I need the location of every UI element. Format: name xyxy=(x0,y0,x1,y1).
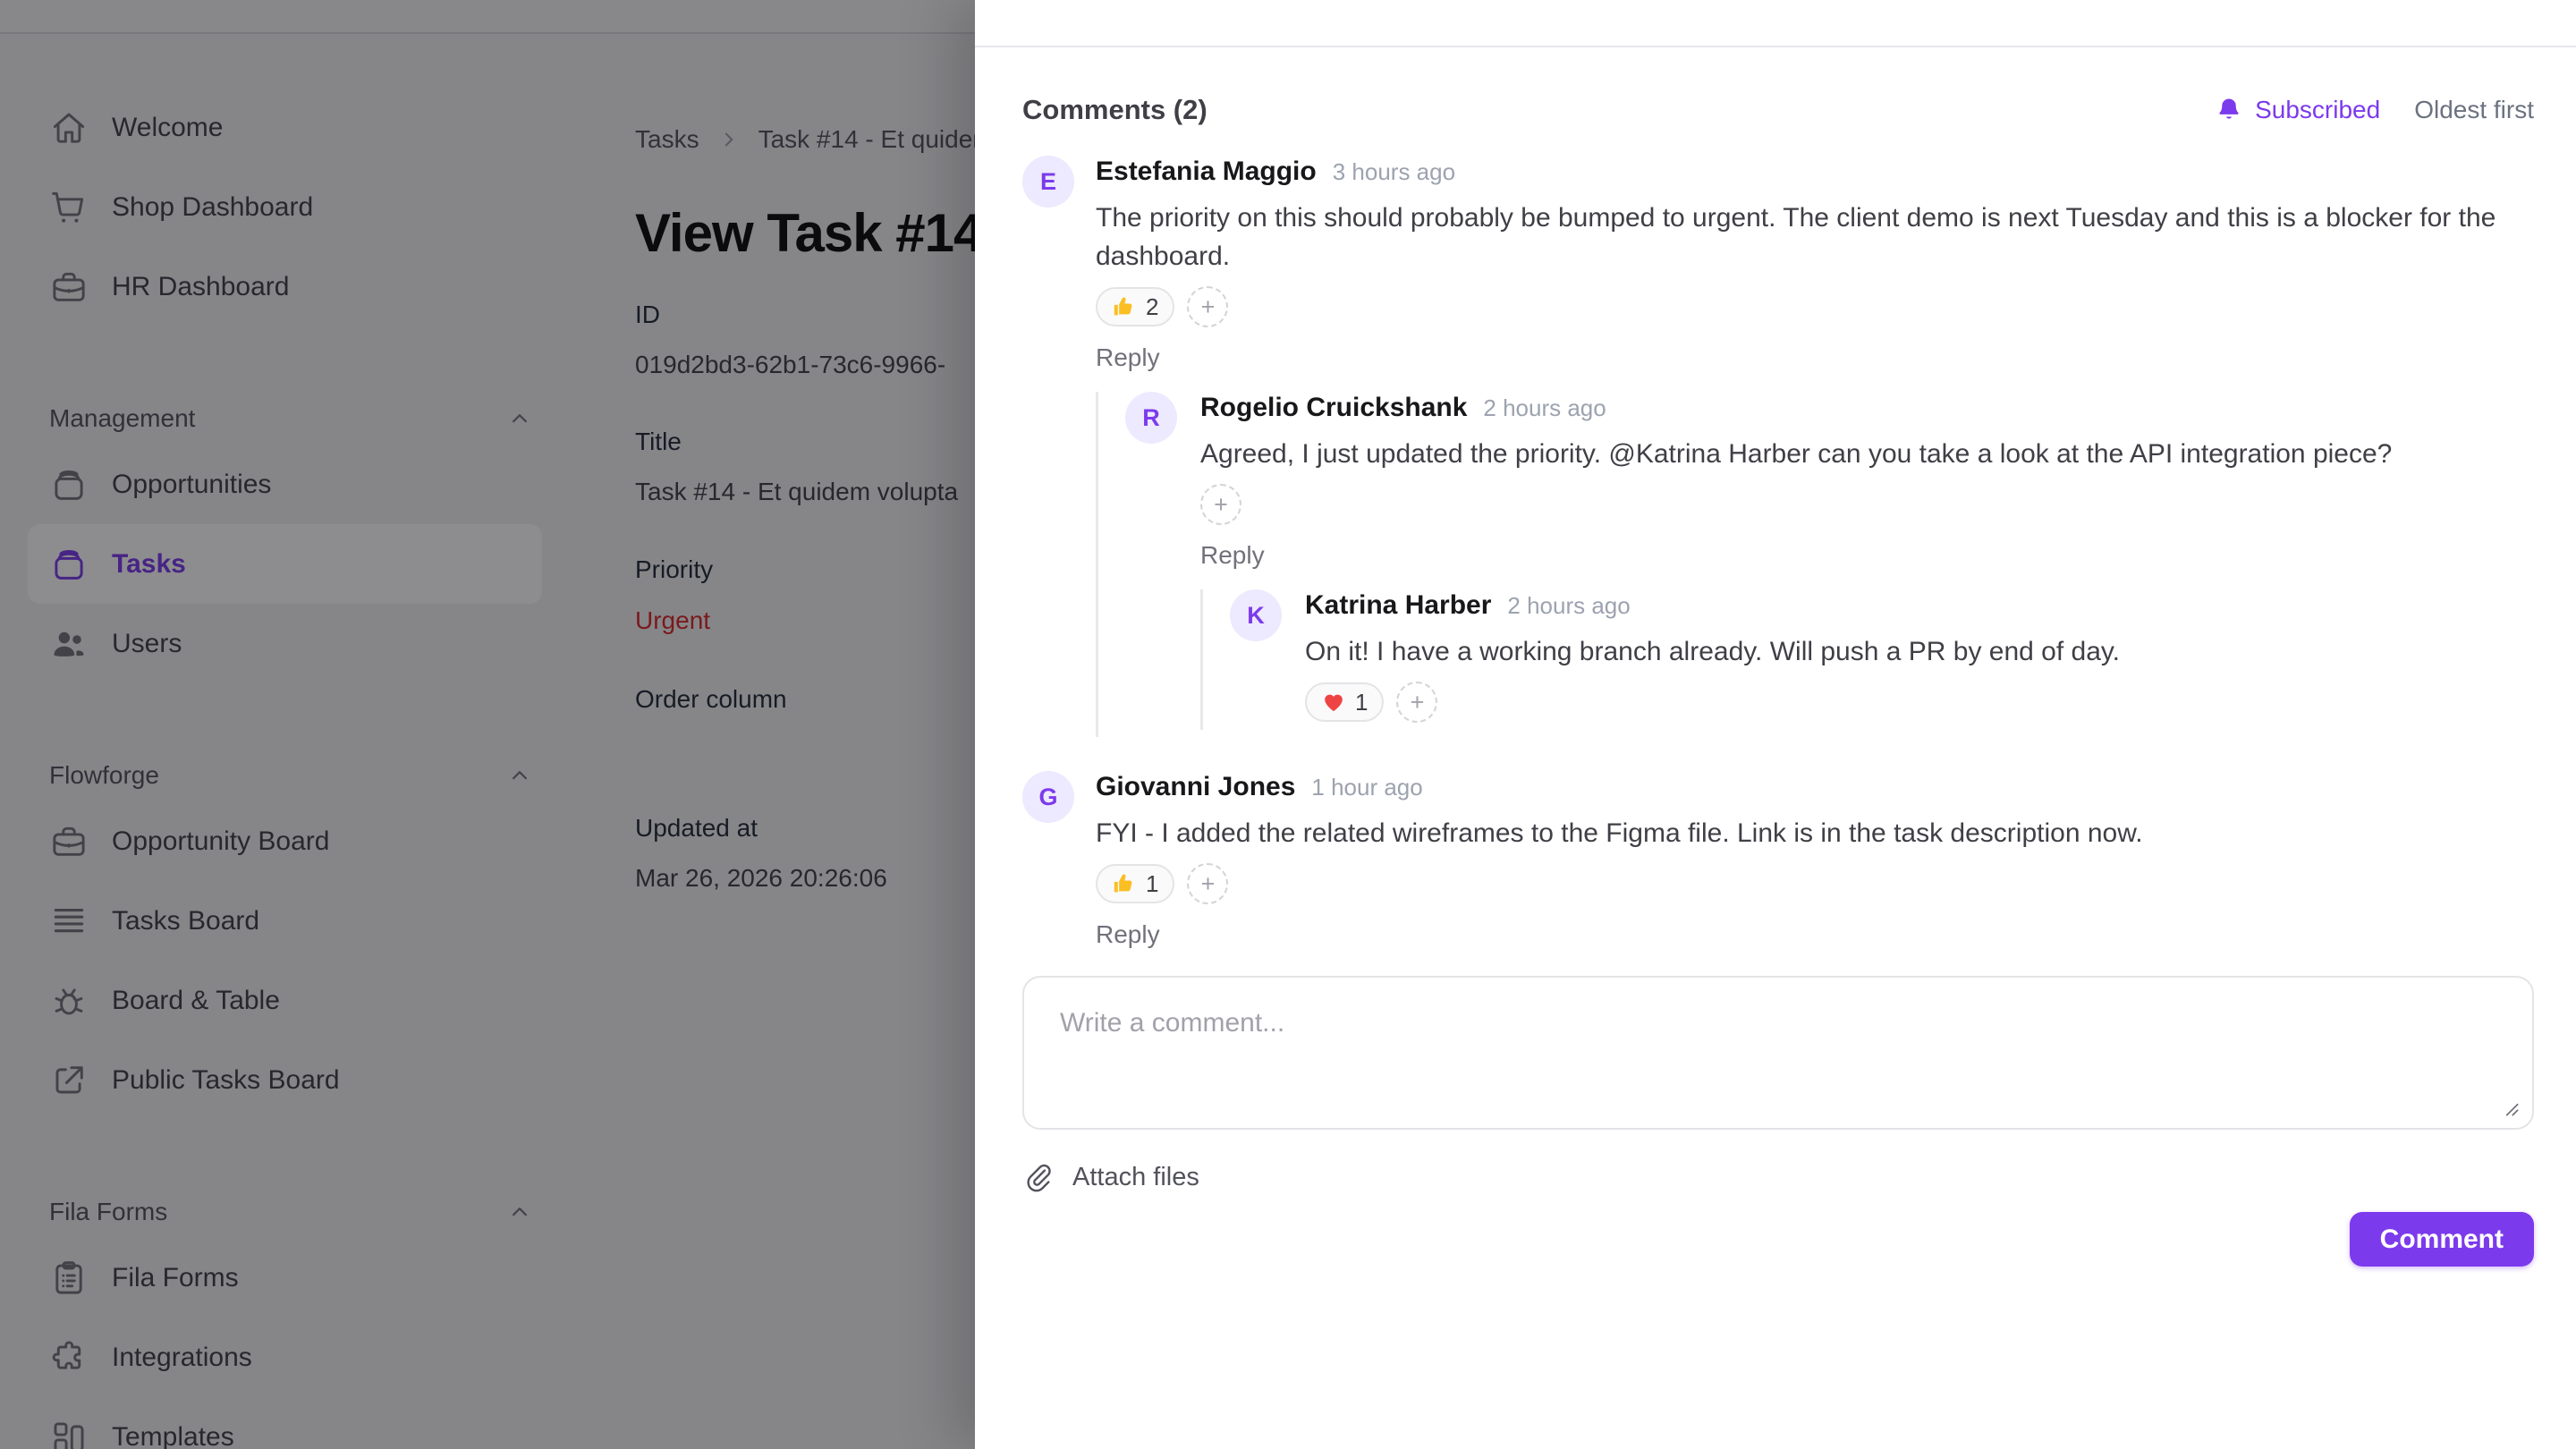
comments-panel: Comments (2) Subscribed Oldest first E E… xyxy=(975,0,2576,1449)
reaction-heart[interactable]: 1 xyxy=(1305,682,1384,722)
comment-timestamp: 1 hour ago xyxy=(1311,774,1422,801)
comment-author: Estefania Maggio xyxy=(1096,156,1317,188)
avatar: R xyxy=(1125,392,1177,444)
panel-body: Comments (2) Subscribed Oldest first E E… xyxy=(975,47,2576,1267)
replies-thread: K Katrina Harber 2 hours ago On it! I ha… xyxy=(1200,589,2534,730)
panel-footer: Comment xyxy=(1022,1212,2534,1267)
add-reaction-button[interactable]: + xyxy=(1187,863,1228,904)
reply-link[interactable]: Reply xyxy=(1096,343,1160,372)
paperclip-icon xyxy=(1022,1162,1053,1192)
comment-header: Giovanni Jones 1 hour ago xyxy=(1096,771,2534,803)
comment-composer xyxy=(1022,976,2534,1130)
reactions-row: + xyxy=(1200,484,2534,525)
comment-header: Rogelio Cruickshank 2 hours ago xyxy=(1200,392,2534,424)
comment-header: Katrina Harber 2 hours ago xyxy=(1305,589,2534,622)
app-screen: Welcome Shop Dashboard HR Dashboard Mana… xyxy=(0,0,2576,1449)
add-reaction-button[interactable]: + xyxy=(1396,682,1437,723)
subscribe-label: Subscribed xyxy=(2255,96,2380,124)
avatar: G xyxy=(1022,771,1074,823)
comments-header: Comments (2) Subscribed Oldest first xyxy=(1022,92,2534,128)
comment-thread: E Estefania Maggio 3 hours ago The prior… xyxy=(1022,156,2534,737)
thumbs-up-icon xyxy=(1112,871,1137,896)
comment-body: Agreed, I just updated the priority. @Ka… xyxy=(1200,435,2534,473)
comment-input[interactable] xyxy=(1022,976,2534,1130)
reaction-thumbs-up[interactable]: 2 xyxy=(1096,287,1174,326)
reactions-row: 1 + xyxy=(1096,863,2534,904)
comment-content: Rogelio Cruickshank 2 hours ago Agreed, … xyxy=(1200,392,2534,730)
heart-icon xyxy=(1321,690,1346,715)
reaction-count: 1 xyxy=(1355,689,1368,716)
reaction-count: 1 xyxy=(1146,870,1158,898)
comment-content: Estefania Maggio 3 hours ago The priorit… xyxy=(1096,156,2534,737)
comment-author: Katrina Harber xyxy=(1305,589,1491,622)
comment-content: Giovanni Jones 1 hour ago FYI - I added … xyxy=(1096,771,2534,949)
reactions-row: 2 + xyxy=(1096,286,2534,327)
thumbs-up-icon xyxy=(1112,294,1137,319)
attach-files-button[interactable]: Attach files xyxy=(1022,1162,1199,1192)
reaction-count: 2 xyxy=(1146,293,1158,321)
reaction-thumbs-up[interactable]: 1 xyxy=(1096,864,1174,903)
subscribe-toggle[interactable]: Subscribed xyxy=(2215,96,2380,124)
replies-thread: R Rogelio Cruickshank 2 hours ago Agreed… xyxy=(1096,392,2534,737)
comment-timestamp: 2 hours ago xyxy=(1483,394,1606,422)
avatar: K xyxy=(1230,589,1282,641)
comment-author: Rogelio Cruickshank xyxy=(1200,392,1467,424)
resize-handle[interactable] xyxy=(2498,1096,2521,1119)
reply-link[interactable]: Reply xyxy=(1200,541,1265,570)
comment-timestamp: 3 hours ago xyxy=(1333,158,1455,186)
reply-link[interactable]: Reply xyxy=(1096,920,1160,949)
comment-body: FYI - I added the related wireframes to … xyxy=(1096,814,2534,852)
comments-controls: Subscribed Oldest first xyxy=(2215,96,2534,124)
comment-submit-button[interactable]: Comment xyxy=(2350,1212,2534,1267)
reactions-row: 1 + xyxy=(1305,682,2534,723)
comments-title: Comments (2) xyxy=(1022,92,1208,128)
comment-header: Estefania Maggio 3 hours ago xyxy=(1096,156,2534,188)
panel-header-strip xyxy=(975,0,2576,47)
comment-author: Giovanni Jones xyxy=(1096,771,1295,803)
comment-body: On it! I have a working branch already. … xyxy=(1305,632,2534,671)
bell-icon xyxy=(2215,96,2243,124)
comment-timestamp: 2 hours ago xyxy=(1507,592,1630,620)
comment-thread: K Katrina Harber 2 hours ago On it! I ha… xyxy=(1230,589,2534,723)
add-reaction-button[interactable]: + xyxy=(1200,484,1241,525)
attach-files-label: Attach files xyxy=(1072,1163,1199,1192)
avatar: E xyxy=(1022,156,1074,208)
comment-content: Katrina Harber 2 hours ago On it! I have… xyxy=(1305,589,2534,723)
comment-thread: R Rogelio Cruickshank 2 hours ago Agreed… xyxy=(1125,392,2534,730)
sort-order-toggle[interactable]: Oldest first xyxy=(2414,96,2534,124)
add-reaction-button[interactable]: + xyxy=(1187,286,1228,327)
comment-thread: G Giovanni Jones 1 hour ago FYI - I adde… xyxy=(1022,771,2534,949)
comment-body: The priority on this should probably be … xyxy=(1096,199,2534,275)
